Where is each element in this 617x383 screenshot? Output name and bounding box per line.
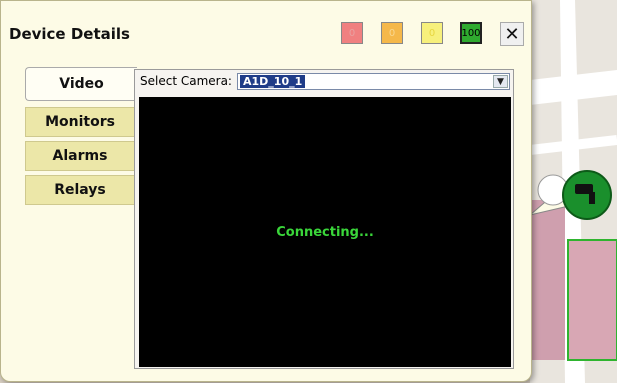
tab-label: Video [59,76,104,92]
tab-label: Monitors [45,114,115,130]
video-viewport[interactable]: Connecting... [139,97,511,367]
tab-relays[interactable]: Relays [25,175,135,205]
close-icon: ✕ [504,23,520,45]
video-status-text: Connecting... [276,225,374,240]
chevron-down-icon[interactable]: ▼ [493,75,508,88]
major-alarm-count[interactable]: 0 [381,22,403,44]
tab-alarms[interactable]: Alarms [25,141,135,171]
normal-status-count[interactable]: 100 [460,22,482,44]
minor-alarm-count[interactable]: 0 [421,22,443,44]
device-details-panel: Device Details 0 0 0 100 ✕ Video Monitor… [0,0,532,382]
tab-label: Relays [54,182,106,198]
panel-title: Device Details [9,25,130,43]
camera-select[interactable]: A1D_10_1 ▼ [237,73,510,90]
tab-label: Alarms [52,148,108,164]
camera-select-value: A1D_10_1 [240,75,306,88]
close-button[interactable]: ✕ [500,22,524,46]
tab-video[interactable]: Video [25,67,137,101]
critical-alarm-count[interactable]: 0 [341,22,363,44]
select-camera-label: Select Camera: [140,74,232,88]
tab-monitors[interactable]: Monitors [25,107,135,137]
